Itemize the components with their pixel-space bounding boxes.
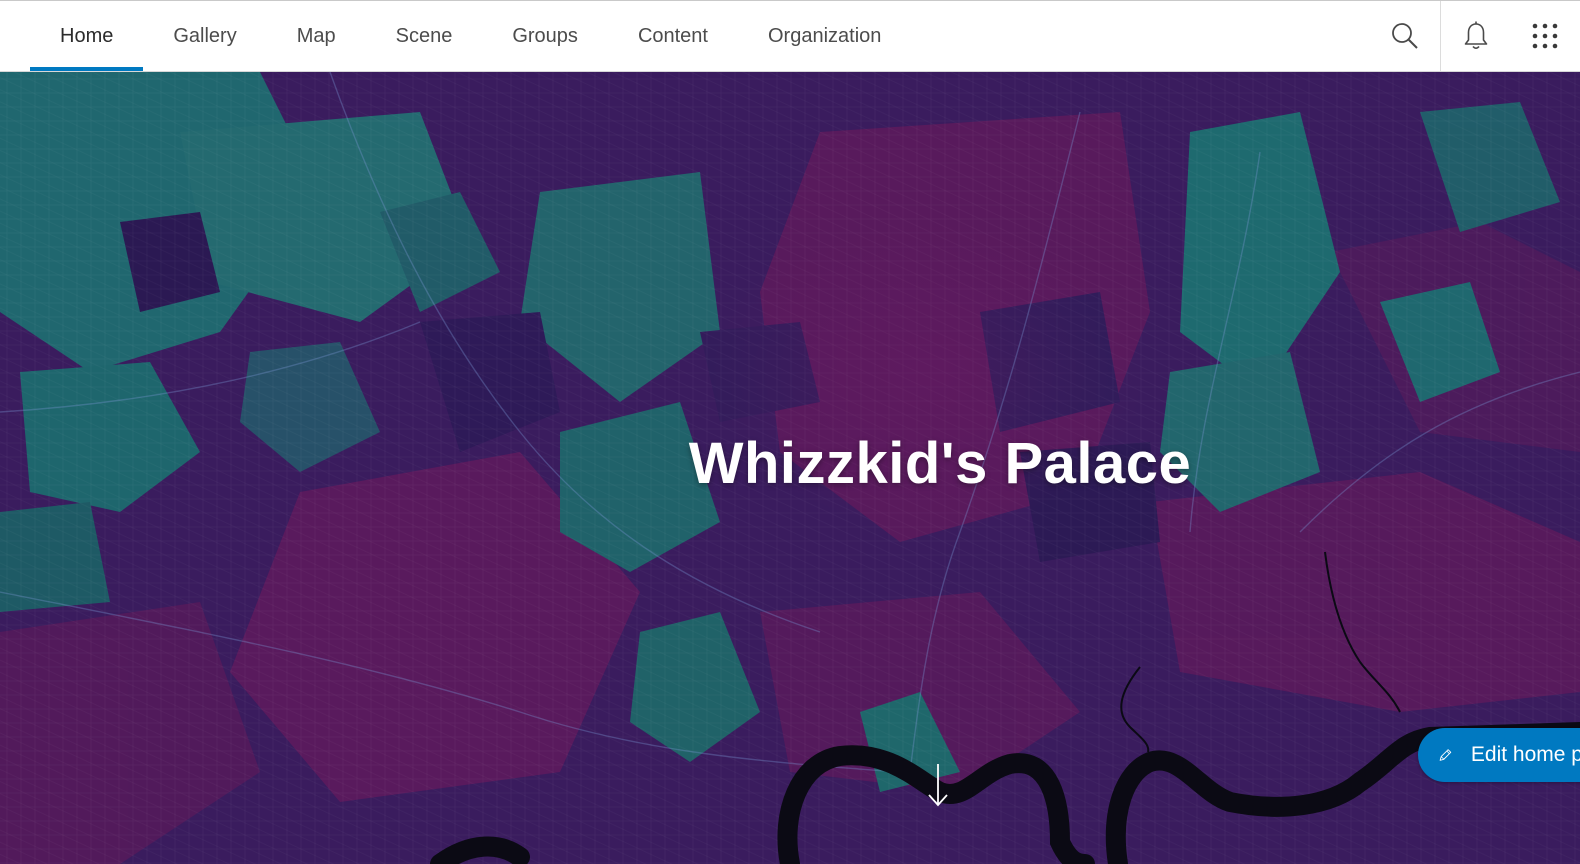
nav-map[interactable]: Map: [267, 1, 366, 71]
header-tools: [1370, 1, 1580, 71]
nav-content[interactable]: Content: [608, 1, 738, 71]
arrow-down-icon: [928, 764, 948, 807]
edit-home-page-button[interactable]: Edit home page: [1418, 728, 1580, 782]
nav-organization[interactable]: Organization: [738, 1, 911, 71]
hero-banner: Whizzkid's Palace Edit home page: [0, 72, 1580, 864]
nav-gallery[interactable]: Gallery: [143, 1, 266, 71]
nav-groups[interactable]: Groups: [482, 1, 608, 71]
notifications-button[interactable]: [1440, 1, 1510, 71]
search-icon: [1392, 23, 1418, 49]
app-launcher-icon: [1532, 23, 1558, 49]
bell-icon: [1464, 21, 1487, 50]
primary-nav: Home Gallery Map Scene Groups Content Or…: [30, 1, 911, 71]
page-title: Whizzkid's Palace: [688, 431, 1192, 496]
app-launcher-button[interactable]: [1510, 1, 1580, 71]
scroll-down-button[interactable]: [926, 762, 950, 810]
top-navigation-bar: Home Gallery Map Scene Groups Content Or…: [0, 0, 1580, 72]
nav-home[interactable]: Home: [30, 1, 144, 71]
pencil-icon: [1439, 749, 1452, 761]
search-button[interactable]: [1370, 1, 1440, 71]
edit-home-page-label: Edit home page: [1470, 743, 1580, 766]
nav-scene[interactable]: Scene: [366, 1, 483, 71]
